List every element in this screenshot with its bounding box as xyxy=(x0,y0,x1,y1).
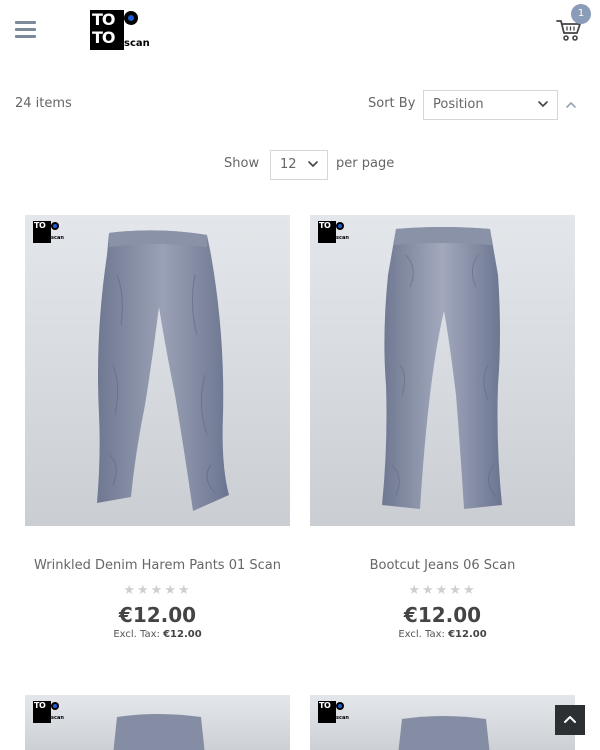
site-logo[interactable]: TO TO scan xyxy=(90,10,150,52)
watermark-suffix: scan xyxy=(51,235,64,241)
tax-label: Excl. Tax: xyxy=(113,629,160,640)
per-page-label: per page xyxy=(336,156,395,171)
logo-text-line2: TO xyxy=(92,28,115,47)
watermark-suffix: scan xyxy=(336,235,349,241)
hamburger-menu-icon[interactable] xyxy=(15,21,36,39)
show-label: Show xyxy=(224,156,260,171)
back-to-top-button[interactable] xyxy=(555,705,585,735)
chevron-down-icon xyxy=(538,101,548,107)
product-image[interactable]: TO scan xyxy=(25,215,290,526)
page-limit-select[interactable]: 12 xyxy=(270,150,328,180)
chevron-down-icon xyxy=(308,161,318,167)
product-listing-page: TO TO scan 1 24 items Sort By Position S… xyxy=(0,0,600,750)
cart-count-badge: 1 xyxy=(571,4,591,24)
product-card: TO scan Wrinkled Denim Harem Pants 01 Sc… xyxy=(25,215,290,645)
excl-tax-price: Excl. Tax: €12.00 xyxy=(310,629,575,640)
sort-by-label: Sort By xyxy=(368,96,416,111)
watermark-suffix: scan xyxy=(336,715,349,721)
header: TO TO scan 1 xyxy=(0,0,600,60)
rating-stars: ★★★★★ xyxy=(123,583,192,598)
product-image[interactable]: TO scan xyxy=(310,695,575,750)
watermark-text: TO xyxy=(33,701,51,723)
logo-lens-icon xyxy=(124,11,138,25)
watermark-logo: TO scan xyxy=(318,701,349,723)
logo-suffix: scan xyxy=(124,38,150,49)
watermark-suffix: scan xyxy=(51,715,64,721)
watermark-logo: TO scan xyxy=(33,221,64,243)
product-name-link[interactable]: Wrinkled Denim Harem Pants 01 Scan xyxy=(25,558,290,573)
product-image[interactable]: TO scan xyxy=(310,215,575,526)
items-count: 24 items xyxy=(15,96,72,111)
pants-illustration xyxy=(113,714,205,750)
tax-value: €12.00 xyxy=(448,629,487,640)
product-image[interactable]: TO scan xyxy=(25,695,290,750)
rating-stars: ★★★★★ xyxy=(408,583,477,598)
logo-text-line1: TO xyxy=(92,10,115,29)
harem-pants-illustration xyxy=(97,230,229,511)
bootcut-jeans-illustration xyxy=(382,227,502,509)
chevron-up-icon xyxy=(564,716,576,723)
page-limit-value: 12 xyxy=(280,157,297,172)
tax-label: Excl. Tax: xyxy=(398,629,445,640)
product-card: TO scan xyxy=(25,695,290,750)
watermark-text: TO xyxy=(318,221,336,243)
tax-value: €12.00 xyxy=(163,629,202,640)
sort-by-value: Position xyxy=(433,97,484,112)
product-price: €12.00 xyxy=(118,603,197,627)
product-name-link[interactable]: Bootcut Jeans 06 Scan xyxy=(310,558,575,573)
watermark-text: TO xyxy=(318,701,336,723)
product-card: TO scan Bootcut Jeans 06 Scan ★★★★★ €12.… xyxy=(310,215,575,645)
excl-tax-price: Excl. Tax: €12.00 xyxy=(25,629,290,640)
watermark-logo: TO scan xyxy=(33,701,64,723)
watermark-logo: TO scan xyxy=(318,221,349,243)
product-price: €12.00 xyxy=(403,603,482,627)
product-card: TO scan xyxy=(310,695,575,750)
sort-direction-chevron-up-icon[interactable] xyxy=(565,99,577,111)
sort-by-select[interactable]: Position xyxy=(423,90,558,120)
watermark-text: TO xyxy=(33,221,51,243)
pants-illustration xyxy=(398,716,490,750)
